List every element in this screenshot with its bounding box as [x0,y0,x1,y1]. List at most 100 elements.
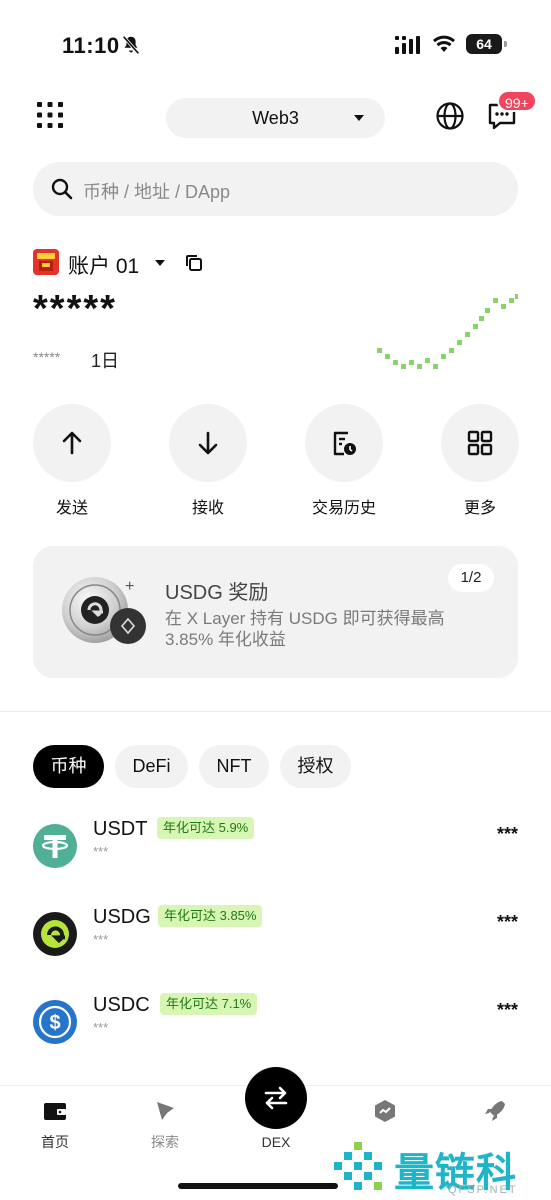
promo-title: USDG 奖励 [165,582,269,604]
history-action[interactable]: 交易历史 [305,404,383,518]
globe-icon[interactable] [435,101,465,131]
apy-badge[interactable]: 年化可达 5.9% [157,817,255,839]
token-value: *** [93,844,109,859]
arrow-down-icon [198,431,218,455]
defi-icon [375,1100,395,1122]
sparkline-point [409,360,414,365]
send-button[interactable] [33,404,111,482]
tab-defi[interactable]: DeFi [115,745,188,788]
section-divider [0,711,551,712]
token-row-usdc[interactable]: $ USDC 年化可达 7.1% *** *** [33,993,518,1060]
total-balance: ***** [33,288,117,330]
token-amount: *** [496,824,518,844]
apy-badge[interactable]: 年化可达 7.1% [160,993,258,1015]
network-selector[interactable]: Web3 [166,98,385,138]
token-row-usdg[interactable]: USDG 年化可达 3.85% *** *** [33,905,518,972]
sparkline-point [473,324,478,329]
status-time: 11:10 [62,33,120,58]
token-symbol: USDG [93,906,151,928]
balance-change: ***** [33,349,61,365]
rocket-icon [485,1101,505,1121]
home-indicator [178,1183,338,1189]
apps-grid-icon[interactable] [36,101,64,129]
receive-action[interactable]: 接收 [169,404,247,518]
account-name[interactable]: 账户 01 [68,250,139,280]
receive-button[interactable] [169,404,247,482]
sparkline-point [457,340,462,345]
copy-icon[interactable] [184,253,204,273]
search-bar[interactable]: 币种 / 地址 / DApp [33,162,518,216]
token-symbol: USDT [93,818,148,840]
nav-discover[interactable]: 探索 [130,1098,200,1152]
usdt-logo-icon [33,824,77,868]
wallet-icon [44,1103,66,1120]
token-row-usdt[interactable]: USDT 年化可达 5.9% *** *** [33,817,518,884]
history-label: 交易历史 [311,500,376,517]
usdc-logo-icon: $ [33,1000,77,1044]
chevron-down-icon [354,115,364,121]
more-action[interactable]: 更多 [441,404,519,518]
tab-nft[interactable]: NFT [199,745,269,788]
usdg-logo-icon [33,912,77,956]
svg-text:$: $ [49,1012,60,1034]
swap-icon [264,1086,288,1110]
watermark-logo-icon [334,1142,382,1190]
notification-badge: 99+ [497,90,537,112]
tab-approvals[interactable]: 授权 [280,745,351,788]
status-bar: 11:10 64 [0,30,551,60]
wifi-icon [433,35,455,52]
sparkline-point [433,364,438,369]
tab-tokens[interactable]: 币种 [33,745,104,788]
promo-card[interactable]: + USDG 奖励 在 X Layer 持有 USDG 即可获得最高 3.85%… [33,546,518,678]
nav-home[interactable]: 首页 [20,1098,90,1152]
nav-dex-label: DEX [261,1134,291,1150]
sparkline-point [385,354,390,359]
history-icon [333,431,356,456]
search-placeholder: 币种 / 地址 / DApp [83,182,231,202]
sparkline-point [493,298,498,303]
sparkline-point [449,348,454,353]
grid-icon [467,430,493,456]
signal-icon [395,36,420,54]
nav-defi[interactable] [350,1098,420,1124]
history-button[interactable] [305,404,383,482]
watermark-url: QFSP.NET [448,1184,518,1196]
token-symbol: USDC [93,994,150,1016]
watermark: 量链科技 QFSP.NET [330,1138,551,1200]
sparkline-point [425,358,430,363]
sparkline-point [465,332,470,337]
sparkline-point [417,364,422,369]
send-action[interactable]: 发送 [33,404,111,518]
network-label: Web3 [252,108,299,128]
send-label: 发送 [55,500,88,517]
nav-boost[interactable] [460,1098,530,1124]
token-amount: *** [496,1000,518,1020]
promo-pager: 1/2 [448,564,494,592]
receive-label: 接收 [191,500,224,517]
sparkline-point [479,316,484,321]
token-value: *** [93,932,109,947]
chart-period[interactable]: 1日 [91,347,119,373]
sparkline-point [401,364,406,369]
nav-discover-label: 探索 [151,1134,179,1150]
sparkline-point [393,360,398,365]
more-button[interactable] [441,404,519,482]
nav-home-label: 首页 [41,1134,69,1150]
compass-icon [157,1102,174,1120]
account-chevron-down-icon[interactable] [155,260,165,266]
token-value: *** [93,1020,109,1035]
svg-text:+: + [125,578,134,595]
sparkline-point [501,304,506,309]
sparkline-point [515,294,518,299]
account-avatar[interactable] [33,249,59,275]
balance-sparkline [377,294,518,369]
dex-button[interactable] [245,1067,307,1129]
more-label: 更多 [463,500,496,517]
sparkline-point [441,354,446,359]
search-icon [51,178,73,200]
battery-indicator: 64 [466,34,507,54]
token-amount: *** [496,912,518,932]
bell-muted-icon [122,35,140,55]
apy-badge[interactable]: 年化可达 3.85% [158,905,263,927]
sparkline-point [485,308,490,313]
